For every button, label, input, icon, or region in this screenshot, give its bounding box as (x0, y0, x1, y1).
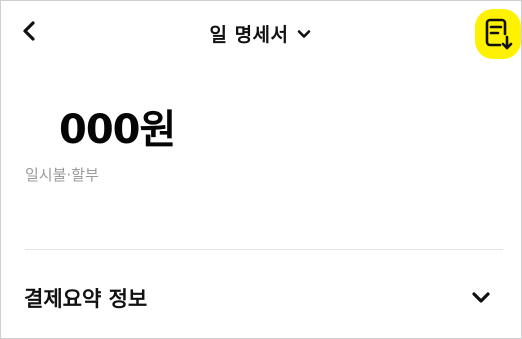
payment-type-label: 일시불·할부 (25, 166, 99, 184)
payment-summary-toggle[interactable]: 결제요약 정보 (1, 271, 521, 325)
page-title: 일 명세서 (209, 23, 289, 46)
document-download-button[interactable] (475, 9, 521, 59)
chevron-down-icon (295, 25, 313, 43)
document-download-icon (485, 18, 513, 50)
statement-type-selector[interactable]: 일 명세서 (1, 16, 521, 50)
chevron-down-icon (469, 285, 493, 309)
header: 일 명세서 (1, 1, 521, 65)
payment-summary-title: 결제요약 정보 (24, 287, 148, 311)
app-frame: 일 명세서 000원 일시불·할부 결제요약 정보 (0, 0, 522, 339)
section-divider (25, 249, 503, 250)
total-amount: 000원 (59, 107, 176, 153)
